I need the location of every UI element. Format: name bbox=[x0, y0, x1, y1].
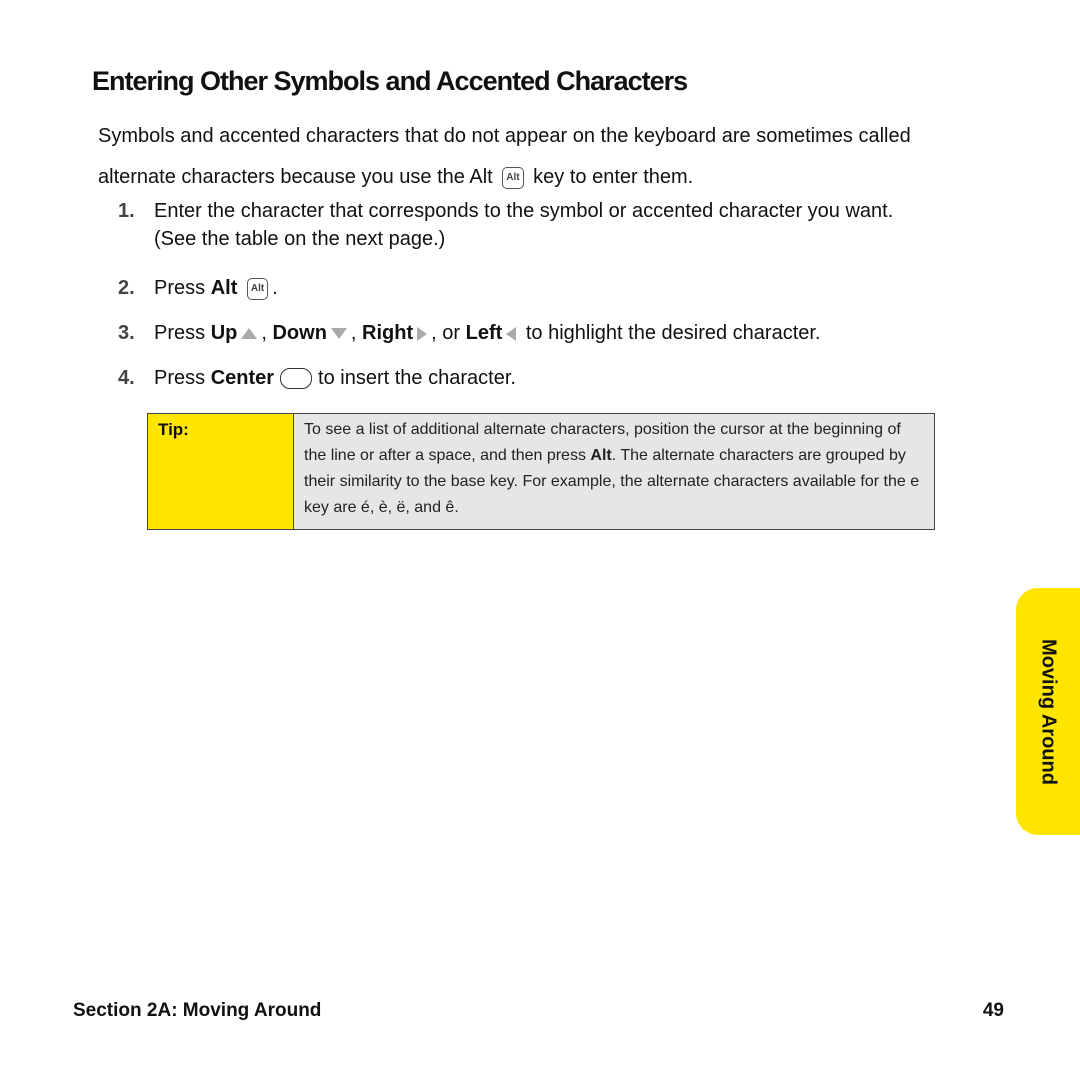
tip-label: Tip: bbox=[148, 414, 294, 529]
right-arrow-icon bbox=[417, 326, 428, 341]
alt-key-icon: Alt bbox=[246, 277, 269, 300]
footer-section: Section 2A: Moving Around bbox=[73, 1000, 322, 1021]
step-number: 4. bbox=[118, 367, 135, 389]
section-side-tab: Moving Around bbox=[1016, 588, 1080, 835]
up-arrow-icon bbox=[241, 328, 258, 340]
left-arrow-icon bbox=[506, 326, 517, 341]
step-number: 3. bbox=[118, 322, 135, 344]
intro-line-1: Symbols and accented characters that do … bbox=[98, 125, 911, 147]
step-number: 1. bbox=[118, 200, 135, 222]
center-key-icon bbox=[280, 368, 313, 390]
intro-line-2: alternate characters because you use the… bbox=[98, 166, 694, 189]
tip-text: To see a list of additional alternate ch… bbox=[294, 414, 934, 529]
tip-box: Tip: To see a list of additional alterna… bbox=[147, 413, 935, 530]
step-number: 2. bbox=[118, 277, 135, 299]
page-title: Entering Other Symbols and Accented Char… bbox=[92, 66, 688, 96]
intro-paragraph: Symbols and accented characters that do … bbox=[98, 116, 1028, 198]
page-number: 49 bbox=[982, 1000, 1004, 1021]
alt-key-icon: Alt bbox=[502, 166, 524, 189]
down-arrow-icon bbox=[330, 328, 347, 340]
